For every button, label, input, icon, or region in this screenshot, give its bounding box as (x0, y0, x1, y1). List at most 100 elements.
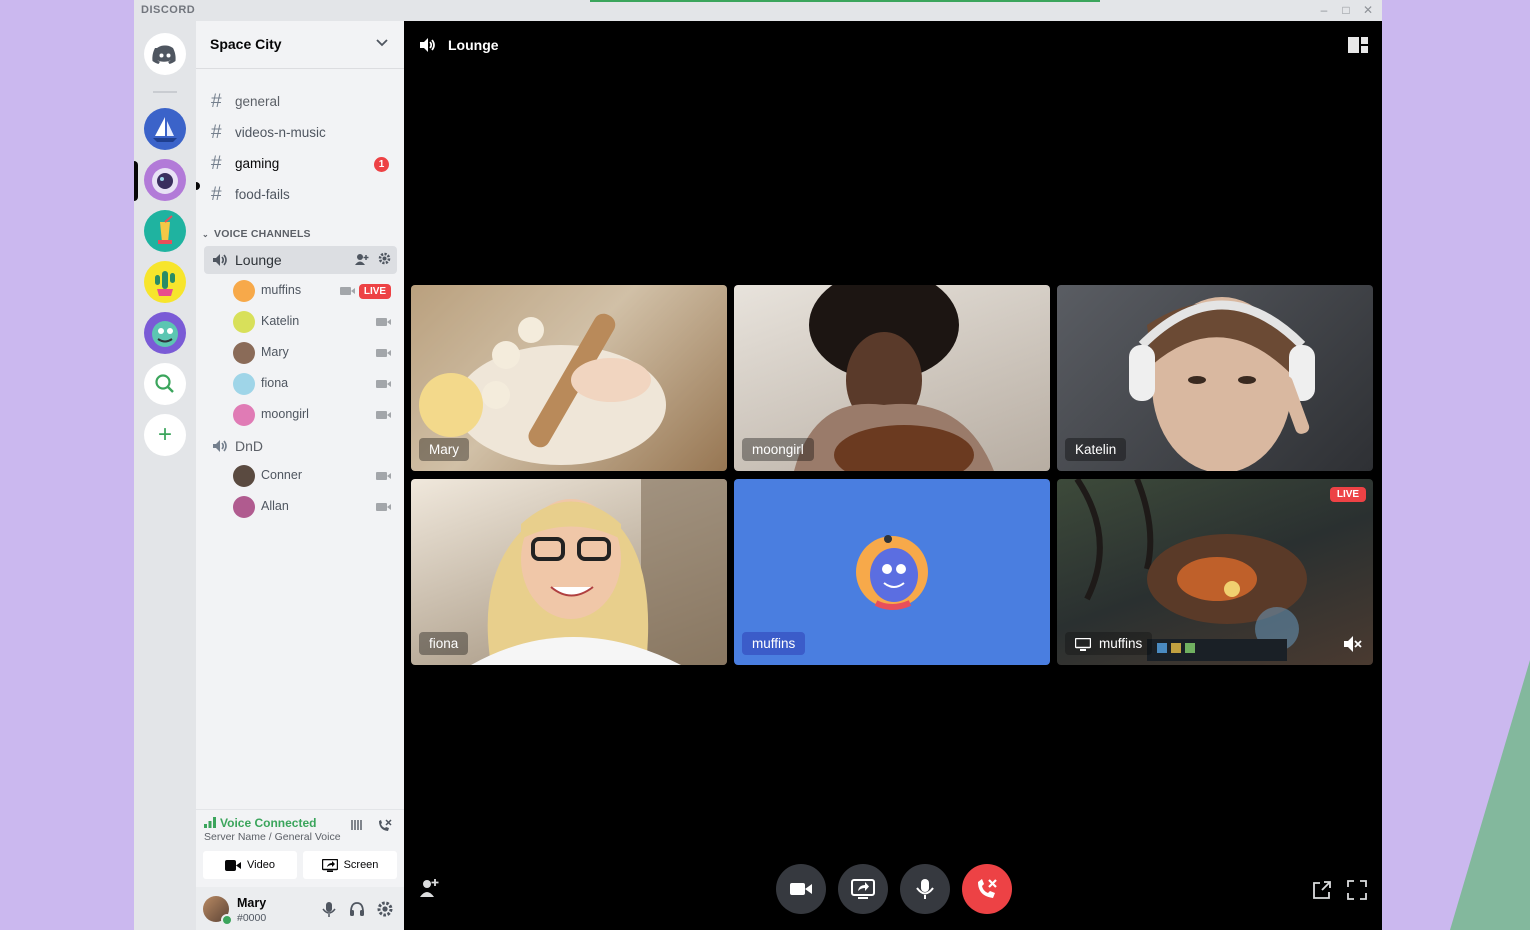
voice-member-muffins[interactable]: muffins LIVE (233, 278, 397, 304)
video-camera-icon (790, 883, 812, 895)
online-status-dot (221, 914, 233, 926)
voice-member-allan[interactable]: Allan (233, 494, 397, 520)
avatar (233, 280, 255, 302)
channel-sidebar: Space City # general # videos-n-music # … (196, 21, 404, 930)
server-icon-cactus[interactable] (144, 261, 186, 303)
voice-member-moongirl[interactable]: moongirl (233, 402, 397, 428)
video-tile-fiona[interactable]: fiona (411, 479, 727, 665)
toggle-camera-button[interactable] (776, 864, 826, 914)
server-icon-teal[interactable] (144, 210, 186, 252)
video-tile-moongirl[interactable]: moongirl (734, 285, 1050, 471)
server-header[interactable]: Space City (196, 21, 404, 69)
member-name: fiona (261, 376, 289, 390)
screen-share-button[interactable]: Screen (303, 851, 397, 879)
channel-name: general (235, 94, 281, 109)
invite-icon[interactable] (354, 253, 369, 265)
channel-videos-n-music[interactable]: # videos-n-music (204, 118, 397, 148)
speaker-icon (213, 254, 227, 266)
voice-channel-lounge[interactable]: Lounge (204, 246, 397, 274)
channel-name: videos-n-music (235, 125, 326, 140)
headphones-icon[interactable] (348, 900, 366, 918)
voice-member-fiona[interactable]: fiona (233, 371, 397, 397)
video-camera-icon (376, 503, 391, 511)
participant-name-label: fiona (419, 632, 469, 655)
settings-gear-icon[interactable] (376, 900, 394, 918)
hashtag-icon: # (211, 153, 222, 174)
video-camera-icon (376, 349, 391, 357)
username: Mary (237, 896, 267, 910)
member-name: muffins (261, 283, 302, 297)
microphone-icon[interactable] (320, 900, 338, 918)
pop-out-icon[interactable] (1312, 880, 1332, 900)
voice-member-mary[interactable]: Mary (233, 340, 397, 366)
hashtag-icon: # (211, 91, 222, 112)
screen-button-label: Screen (343, 859, 379, 871)
server-rail: + (134, 21, 196, 930)
server-icon-creature[interactable] (144, 312, 186, 354)
discord-logo-icon (152, 45, 176, 64)
toggle-microphone-button[interactable] (900, 864, 950, 914)
avatar (233, 496, 255, 518)
noise-suppression-icon[interactable] (350, 818, 364, 835)
app-brand: DISCORD (141, 4, 196, 16)
voice-member-katelin[interactable]: Katelin (233, 309, 397, 335)
video-tile-katelin[interactable]: Katelin (1057, 285, 1373, 471)
stage-channel-title: Lounge (448, 37, 499, 53)
gear-icon[interactable] (378, 252, 391, 265)
channel-general[interactable]: # general (204, 87, 397, 117)
screen-share-icon (321, 858, 338, 872)
participant-name-label: moongirl (742, 438, 814, 461)
plus-icon: + (157, 421, 172, 448)
screen-share-icon (851, 879, 875, 899)
call-stage: Lounge Mary moongirl Katelin fiona muffi… (404, 21, 1382, 930)
video-camera-icon (225, 859, 242, 871)
home-button[interactable] (144, 33, 186, 75)
server-name: Space City (210, 36, 282, 52)
creature-icon (152, 321, 178, 347)
close-icon[interactable]: ✕ (1359, 2, 1377, 19)
avatar (233, 342, 255, 364)
sailboat-icon (153, 117, 177, 142)
maximize-icon[interactable]: □ (1337, 2, 1355, 19)
live-badge: LIVE (359, 284, 391, 299)
explore-servers-button[interactable] (144, 363, 186, 405)
disconnect-icon[interactable] (376, 818, 392, 837)
chevron-down-icon: ⌄ (202, 230, 209, 239)
screen-share-control-button[interactable] (838, 864, 888, 914)
server-icon-sailboat[interactable] (144, 108, 186, 150)
video-button-label: Video (247, 859, 275, 871)
mention-badge: 1 (374, 157, 389, 172)
chevron-down-icon (376, 35, 388, 50)
mute-speaker-icon[interactable] (1343, 635, 1363, 653)
search-icon (155, 374, 174, 393)
speaker-icon (213, 440, 227, 452)
member-name: moongirl (261, 407, 309, 421)
member-name: Mary (261, 345, 289, 359)
server-icon-space-city[interactable] (144, 159, 186, 201)
voice-channel-dnd[interactable]: DnD (204, 432, 397, 460)
fullscreen-icon[interactable] (1347, 880, 1367, 900)
voice-channels-category[interactable]: ⌄ VOICE CHANNELS (202, 228, 311, 240)
channel-gaming[interactable]: # gaming 1 (204, 149, 397, 179)
layout-toggle-icon[interactable] (1348, 37, 1368, 53)
avatar (233, 404, 255, 426)
channel-name: food-fails (235, 187, 290, 202)
minimize-icon[interactable]: – (1315, 2, 1333, 19)
participant-name-label: Mary (419, 438, 469, 461)
astronaut-icon (152, 168, 178, 194)
channel-food-fails[interactable]: # food-fails (204, 180, 397, 210)
leave-call-button[interactable] (962, 864, 1012, 914)
add-person-icon[interactable] (419, 878, 439, 898)
microphone-icon (916, 879, 934, 899)
member-name: Conner (261, 468, 302, 482)
hashtag-icon: # (211, 184, 222, 205)
audio-tile-muffins[interactable]: muffins (734, 479, 1050, 665)
video-button[interactable]: Video (203, 851, 297, 879)
voice-member-conner[interactable]: Conner (233, 463, 397, 489)
video-tile-mary[interactable]: Mary (411, 285, 727, 471)
stream-tile-muffins[interactable]: LIVE muffins (1057, 479, 1373, 665)
speaker-icon (420, 38, 435, 52)
add-server-button[interactable]: + (144, 414, 186, 456)
voice-connected-status[interactable]: Voice Connected (220, 816, 316, 830)
avatar (233, 373, 255, 395)
